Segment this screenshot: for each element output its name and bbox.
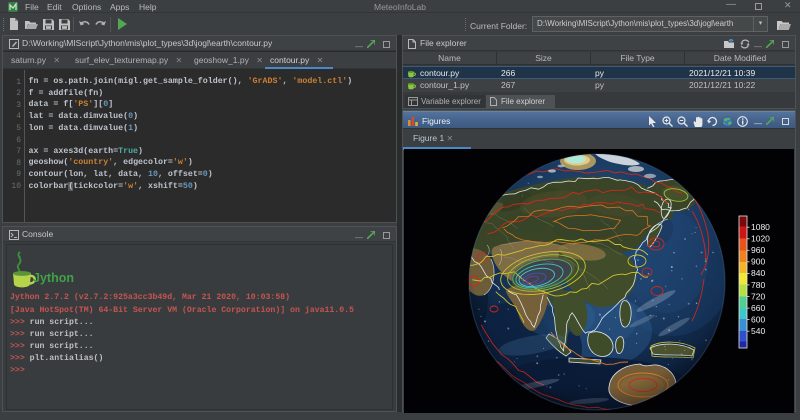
svg-text:960: 960	[751, 245, 765, 255]
svg-text:840: 840	[751, 268, 765, 278]
svg-text:660: 660	[751, 303, 765, 313]
svg-text:540: 540	[751, 326, 765, 336]
svg-text:1080: 1080	[751, 222, 770, 232]
svg-text:780: 780	[751, 280, 765, 290]
svg-text:600: 600	[751, 314, 765, 324]
svg-text:720: 720	[751, 291, 765, 301]
svg-text:Jython: Jython	[33, 271, 74, 285]
svg-text:1020: 1020	[751, 234, 770, 244]
svg-text:900: 900	[751, 257, 765, 267]
